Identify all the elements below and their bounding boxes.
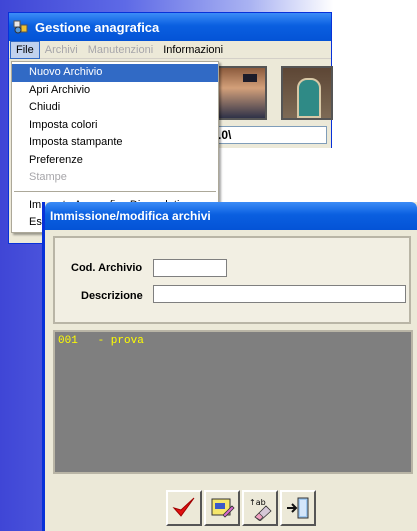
dialog-title: Immissione/modifica archivi bbox=[50, 209, 211, 223]
dialog-toolbar: ↑ab bbox=[166, 490, 316, 526]
menu-item-apri-archivio[interactable]: Apri Archivio bbox=[12, 82, 218, 100]
confirm-button[interactable] bbox=[166, 490, 202, 526]
description-label: Descrizione bbox=[81, 290, 143, 302]
exit-button[interactable] bbox=[280, 490, 316, 526]
edit-icon bbox=[211, 498, 235, 518]
list-item[interactable]: 001 - prova bbox=[58, 335, 408, 347]
svg-text:↑ab: ↑ab bbox=[249, 498, 266, 507]
main-window-title: Gestione anagrafica bbox=[35, 19, 160, 35]
dialog-titlebar[interactable]: Immissione/modifica archivi bbox=[45, 202, 417, 230]
archive-dialog: Immissione/modifica archivi Cod. Archivi… bbox=[42, 202, 417, 531]
menu-item-nuovo-archivio[interactable]: Nuovo Archivio bbox=[12, 64, 218, 82]
menu-item-imposta-colori[interactable]: Imposta colori bbox=[12, 117, 218, 135]
menu-archivi[interactable]: Archivi bbox=[40, 41, 83, 59]
graduates-photo[interactable] bbox=[215, 66, 267, 120]
path-field: .0\ bbox=[215, 126, 327, 144]
menu-item-chiudi[interactable]: Chiudi bbox=[12, 99, 218, 117]
archive-list[interactable]: 001 - prova bbox=[53, 330, 413, 474]
erase-button[interactable]: ↑ab bbox=[242, 490, 278, 526]
menubar: File Archivi Manutenzioni Informazioni bbox=[9, 40, 331, 59]
menu-separator bbox=[14, 190, 216, 192]
menu-item-preferenze[interactable]: Preferenze bbox=[12, 152, 218, 170]
menu-item-stampe: Stampe bbox=[29, 171, 67, 183]
code-input[interactable] bbox=[153, 259, 227, 277]
description-input[interactable] bbox=[153, 285, 406, 303]
form-panel: Cod. Archivio Descrizione bbox=[53, 236, 411, 324]
main-window-titlebar[interactable]: Gestione anagrafica bbox=[9, 13, 331, 41]
menu-item-imposta-stampante[interactable]: Imposta stampante bbox=[12, 134, 218, 152]
edit-button[interactable] bbox=[204, 490, 240, 526]
code-label: Cod. Archivio bbox=[71, 262, 143, 274]
eraser-icon: ↑ab bbox=[249, 498, 272, 521]
checkmark-icon bbox=[172, 497, 195, 517]
menu-file[interactable]: File bbox=[10, 40, 40, 59]
doorway-photo[interactable] bbox=[281, 66, 333, 120]
exit-door-icon bbox=[287, 497, 309, 519]
app-icon bbox=[13, 20, 28, 34]
menu-informazioni[interactable]: Informazioni bbox=[158, 41, 228, 59]
menu-manutenzioni[interactable]: Manutenzioni bbox=[83, 41, 158, 59]
